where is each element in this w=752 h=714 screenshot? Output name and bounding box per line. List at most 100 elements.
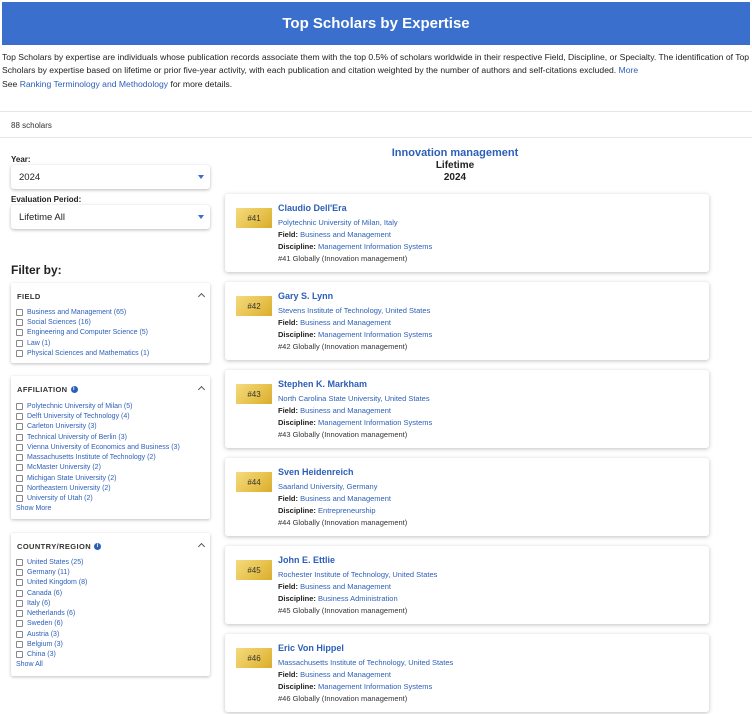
affiliation-option[interactable]: Massachusetts Institute of Technology (2… [16,452,180,462]
divider [0,137,752,138]
discipline-link[interactable]: Management Information Systems [318,242,432,251]
chevron-up-icon[interactable] [197,542,206,551]
more-link[interactable]: More [619,65,639,75]
checkbox[interactable] [16,474,23,482]
scholar-institution-link[interactable]: Stevens Institute of Technology, United … [278,306,430,315]
affiliation-option[interactable]: McMaster University (2) [16,463,180,473]
checkbox[interactable] [16,630,23,638]
checkbox[interactable] [16,599,23,607]
discipline-link[interactable]: Management Information Systems [318,682,432,691]
page-title: Top Scholars by Expertise [282,15,470,32]
country-option[interactable]: Austria (3) [16,629,87,639]
page-banner: Top Scholars by Expertise [2,2,750,45]
field-option[interactable]: Social Sciences (16) [16,317,149,327]
country-option[interactable]: Belgium (3) [16,639,87,649]
field-link[interactable]: Business and Management [300,670,391,679]
country-option[interactable]: United Kingdom (8) [16,578,87,588]
field-option[interactable]: Physical Sciences and Mathematics (1) [16,348,149,358]
country-option[interactable]: Germany (11) [16,567,87,577]
rank-badge: #44 [236,472,272,492]
scholar-institution-link[interactable]: North Carolina State University, United … [278,394,430,403]
country-option[interactable]: Italy (6) [16,598,87,608]
chevron-up-icon[interactable] [197,292,206,301]
checkbox[interactable] [16,329,23,337]
checkbox[interactable] [16,464,23,472]
scholar-institution-link[interactable]: Rochester Institute of Technology, Unite… [278,570,437,579]
discipline-label: Discipline: [278,418,316,427]
field-option[interactable]: Engineering and Computer Science (5) [16,328,149,338]
show-all-link[interactable]: Show All [16,660,87,670]
checkbox[interactable] [16,423,23,431]
checkbox[interactable] [16,651,23,659]
checkbox[interactable] [16,558,23,566]
chevron-up-icon[interactable] [197,385,206,394]
checkbox[interactable] [16,495,23,503]
discipline-link[interactable]: Management Information Systems [318,330,432,339]
checkbox[interactable] [16,589,23,597]
year-select[interactable]: 2024 [11,165,210,189]
checkbox[interactable] [16,443,23,451]
affiliation-option[interactable]: Polytechnic University of Milan (5) [16,401,180,411]
country-option[interactable]: China (3) [16,650,87,660]
checkbox[interactable] [16,620,23,628]
field-option[interactable]: Law (1) [16,338,149,348]
country-option[interactable]: Netherlands (6) [16,608,87,618]
info-icon[interactable]: i [94,543,102,550]
evaluation-period-select[interactable]: Lifetime All [11,205,210,229]
affiliation-option[interactable]: Northeastern University (2) [16,483,180,493]
affiliation-option-label: Carleton University (3) [27,423,97,431]
checkbox[interactable] [16,568,23,576]
field-link[interactable]: Business and Management [300,494,391,503]
field-label: Field: [278,406,298,415]
caret-down-icon [198,215,204,219]
checkbox[interactable] [16,412,23,420]
checkbox[interactable] [16,579,23,587]
scholar-institution-link[interactable]: Massachusetts Institute of Technology, U… [278,658,453,667]
info-icon[interactable]: i [70,386,78,393]
country-option[interactable]: Sweden (6) [16,619,87,629]
affiliation-option[interactable]: Delft University of Technology (4) [16,411,180,421]
discipline-link[interactable]: Management Information Systems [318,418,432,427]
checkbox[interactable] [16,433,23,441]
affiliation-option[interactable]: Carleton University (3) [16,422,180,432]
field-filter-header: FIELD [17,292,41,301]
country-option[interactable]: Canada (6) [16,588,87,598]
scholar-name-link[interactable]: Eric Von Hippel [278,643,344,653]
scholar-name-link[interactable]: John E. Ettlie [278,555,335,565]
checkbox[interactable] [16,454,23,462]
see-prefix: See [2,78,18,89]
scholar-name-link[interactable]: Gary S. Lynn [278,291,333,301]
country-filter-panel: COUNTRY/REGION i United States (25) Germ… [11,533,210,676]
scholar-name-link[interactable]: Stephen K. Markham [278,379,367,389]
scholar-institution-link[interactable]: Polytechnic University of Milan, Italy [278,218,398,227]
field-link[interactable]: Business and Management [300,230,391,239]
scholar-institution-link[interactable]: Saarland University, Germany [278,482,377,491]
checkbox[interactable] [16,339,23,347]
scholar-name-link[interactable]: Claudio Dell'Era [278,203,347,213]
discipline-link[interactable]: Entrepreneurship [318,506,376,515]
affiliation-option[interactable]: Michigan State University (2) [16,473,180,483]
affiliation-option[interactable]: Technical University of Berlin (3) [16,432,180,442]
checkbox[interactable] [16,485,23,493]
checkbox[interactable] [16,402,23,410]
methodology-link[interactable]: Ranking Terminology and Methodology [20,79,168,89]
country-option-label: Canada (6) [27,589,63,597]
discipline-link[interactable]: Business Administration [318,594,398,603]
show-more-link[interactable]: Show More [16,504,180,514]
country-option[interactable]: United States (25) [16,557,87,567]
scholar-name-link[interactable]: Sven Heidenreich [278,467,354,477]
affiliation-option[interactable]: Vienna University of Economics and Busin… [16,442,180,452]
field-option[interactable]: Business and Management (65) [16,307,149,317]
checkbox[interactable] [16,318,23,326]
discipline-label: Discipline: [278,242,316,251]
country-option-label: Austria (3) [27,630,60,638]
checkbox[interactable] [16,610,23,618]
affiliation-filter-title: AFFILIATION [17,385,68,394]
checkbox[interactable] [16,349,23,357]
checkbox[interactable] [16,308,23,316]
field-link[interactable]: Business and Management [300,318,391,327]
field-link[interactable]: Business and Management [300,406,391,415]
affiliation-option[interactable]: University of Utah (2) [16,494,180,504]
field-link[interactable]: Business and Management [300,582,391,591]
checkbox[interactable] [16,641,23,649]
